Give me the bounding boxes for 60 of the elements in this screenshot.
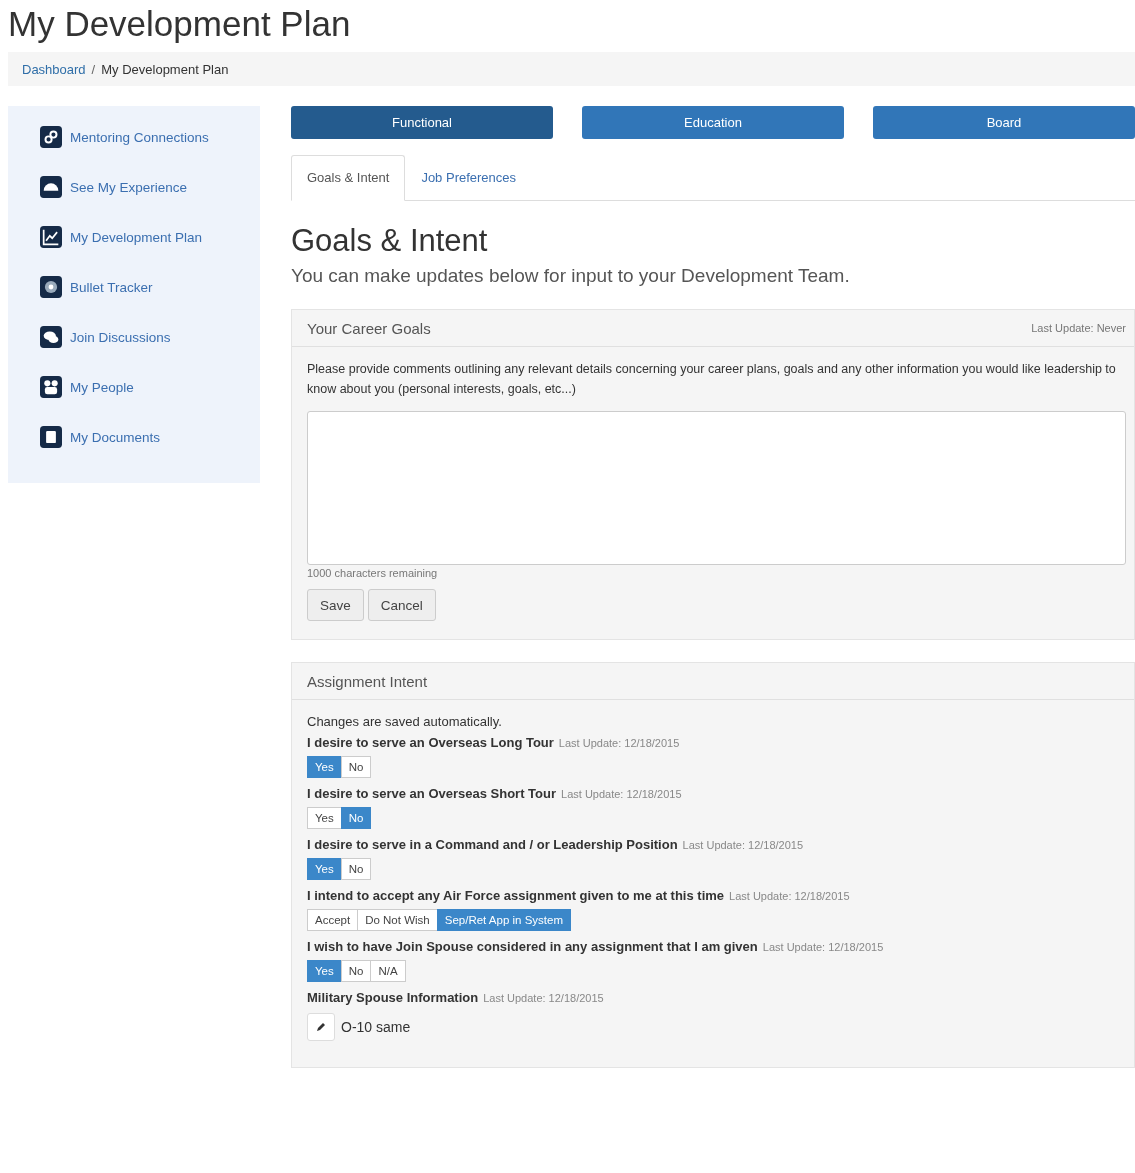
category-button[interactable]: Functional [291, 106, 553, 139]
target-icon [40, 276, 62, 298]
category-button[interactable]: Board [873, 106, 1135, 139]
gauge-icon [40, 176, 62, 198]
last-update: Last Update: 12/18/2015 [682, 839, 804, 851]
sidebar-item[interactable]: Mentoring Connections [40, 126, 260, 148]
option-button[interactable]: Yes [307, 858, 342, 880]
option-button[interactable]: Do Not Wish [357, 909, 438, 931]
chart-icon [40, 226, 62, 248]
panel-title: Your Career Goals [307, 319, 431, 337]
sidebar-item[interactable]: Bullet Tracker [40, 276, 260, 298]
last-update: Last Update: 12/18/2015 [762, 941, 884, 953]
note-text: Changes are saved automatically. [307, 714, 503, 729]
last-update: Last Update: 12/18/2015 [729, 890, 850, 902]
question-label: I desire to serve an Overseas Long Tour [307, 735, 554, 750]
chat-icon [40, 326, 62, 348]
option-button[interactable]: No [340, 756, 372, 778]
form-button[interactable]: Cancel [367, 589, 436, 621]
option-button[interactable]: Yes [307, 756, 342, 778]
section-subheading: You can make updates below for input to your Development Team. [291, 265, 851, 287]
link-icon [40, 126, 62, 148]
option-button[interactable]: Yes [307, 960, 342, 982]
last-update: Last Update: 12/18/2015 [483, 992, 604, 1004]
breadcrumb-current: My Development Plan [101, 61, 229, 77]
form-button[interactable]: Save [307, 589, 364, 621]
spouse-info-value: O-10 same [341, 1019, 411, 1035]
category-button[interactable]: Education [582, 106, 844, 139]
option-button[interactable]: Sep/Ret App in System [436, 909, 571, 931]
sidebar-item[interactable]: See My Experience [40, 176, 260, 198]
question-label: I desire to serve an Overseas Short Tour [307, 786, 557, 801]
last-update: Last Update: 12/18/2015 [561, 788, 682, 800]
option-button[interactable]: No [340, 858, 372, 880]
edit-button[interactable] [307, 1013, 335, 1041]
last-update: Last Update: Never [1031, 322, 1126, 334]
character-counter: 1000 characters remaining [307, 567, 439, 579]
question-label: I wish to have Join Spouse considered in any assignment that I am given [307, 939, 758, 954]
question-label: I intend to accept any Air Force assignment given to me at this time [307, 888, 725, 903]
doc-icon [40, 426, 62, 448]
instructions-text: Please provide comments outlining any relevant details concerning your career plans, goals and any other information you would like leadership to know about you (personal interests, goals, etc...) [307, 361, 1117, 398]
people-icon [40, 376, 62, 398]
option-button[interactable]: N/A [370, 960, 406, 982]
option-button[interactable]: Accept [307, 909, 359, 931]
sidebar-item[interactable]: Join Discussions [40, 326, 260, 348]
section-heading: Goals & Intent [291, 223, 489, 259]
sidebar-item[interactable]: My Documents [40, 426, 260, 448]
last-update: Last Update: 12/18/2015 [558, 737, 680, 749]
page-title: My Development Plan [7, 3, 352, 45]
option-button[interactable]: No [340, 807, 372, 829]
panel-title: Assignment Intent [307, 672, 428, 690]
breadcrumb-separator: / [91, 61, 96, 77]
sidebar-item[interactable]: My People [40, 376, 260, 398]
option-button[interactable]: Yes [307, 807, 342, 829]
question-label: I desire to serve in a Command and / or Leadership Position [307, 837, 678, 852]
tab[interactable]: Job Preferences [405, 155, 533, 201]
breadcrumb-link[interactable]: Dashboard [22, 61, 86, 77]
question-label: Military Spouse Information [307, 990, 479, 1005]
pencil-icon [316, 1022, 326, 1032]
tab[interactable]: Goals & Intent [291, 155, 406, 201]
sidebar-item[interactable]: My Development Plan [40, 226, 260, 248]
career-goals-field[interactable] [307, 411, 1126, 565]
